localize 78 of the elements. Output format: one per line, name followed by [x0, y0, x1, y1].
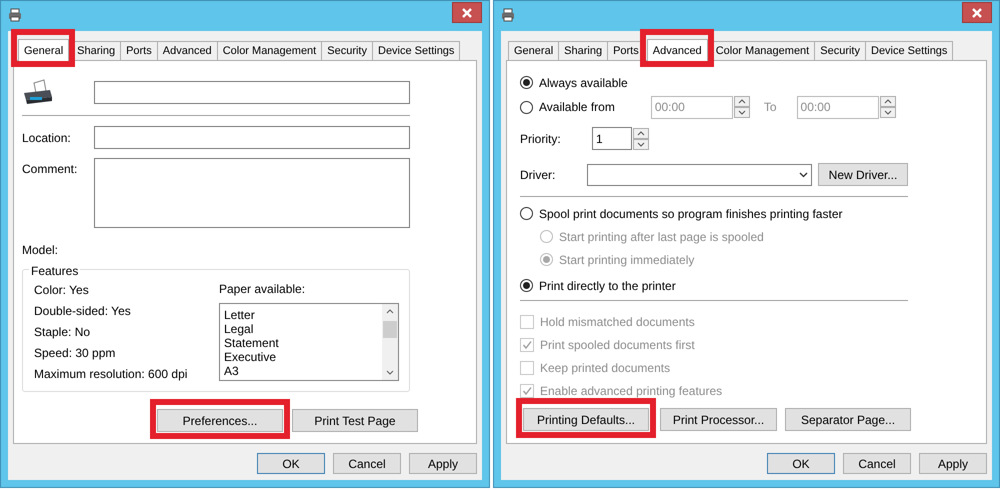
name-field[interactable] [94, 80, 410, 104]
paper-list[interactable]: Letter Legal Statement Executive A3 [219, 303, 399, 381]
action-button[interactable]: Print Test Page [292, 409, 418, 432]
chevron-up-icon [884, 98, 892, 105]
action-button[interactable]: New Driver... [818, 163, 908, 186]
spin-up-button[interactable] [734, 96, 750, 107]
spin-down-button[interactable] [880, 107, 896, 118]
option-label: Start printing after last page is spooled [559, 228, 764, 246]
time-field: 00:00 [650, 96, 733, 118]
chevron-down-icon [884, 109, 892, 116]
option-label[interactable]: Available from [539, 98, 615, 116]
printer-icon [501, 8, 515, 22]
spin-down-button[interactable] [633, 138, 649, 150]
field-label: Comment: [22, 161, 78, 178]
priority-field[interactable]: 1 [592, 127, 632, 150]
option-label: Keep printed documents [540, 360, 670, 376]
printer-icon [22, 79, 54, 105]
field-label: Location: [22, 130, 72, 146]
tab[interactable]: Device Settings [865, 41, 954, 60]
dialog-button[interactable]: Apply [409, 453, 477, 474]
option-label[interactable]: Always available [539, 74, 628, 92]
tab[interactable]: General [508, 41, 560, 60]
feature-text: Color: Yes [34, 282, 89, 299]
option-label: Enable advanced printing features [540, 382, 722, 400]
action-button[interactable]: Print Processor... [660, 408, 777, 431]
field-label: To [764, 99, 777, 116]
chevron-down-icon [637, 140, 645, 148]
feature-text: Speed: 30 ppm [34, 345, 116, 362]
feature-text: Maximum resolution: 600 dpi [34, 366, 188, 383]
field-label: Paper available: [219, 281, 306, 298]
chevron-down-icon [738, 109, 746, 116]
close-button[interactable] [452, 2, 482, 23]
comment-field[interactable] [94, 158, 410, 228]
dialog-button[interactable]: OK [767, 453, 835, 474]
option-label: Hold mismatched documents [540, 314, 695, 330]
dialog-button[interactable]: Apply [919, 453, 987, 474]
option-label: Start printing immediately [559, 252, 694, 268]
printer-icon [8, 8, 22, 22]
radio-button[interactable] [520, 76, 533, 89]
field-label: Priority: [520, 130, 562, 148]
spin-down-button[interactable] [734, 107, 750, 118]
checkmark-icon [522, 386, 532, 395]
action-button[interactable]: Preferences... [157, 409, 283, 432]
option-label[interactable]: Print directly to the printer [539, 276, 676, 294]
feature-text: Double-sided: Yes [34, 303, 131, 320]
spin-up-button[interactable] [633, 128, 649, 138]
option-label[interactable]: Spool print documents so program finishes printing faster [539, 204, 842, 222]
field-label: Driver: [520, 166, 556, 184]
radio-button[interactable] [520, 279, 533, 292]
driver-dropdown[interactable] [587, 164, 812, 186]
list-item[interactable]: Letter [220, 308, 382, 322]
radio-button[interactable] [520, 100, 533, 114]
checkmark-icon [522, 340, 532, 349]
spin-up-button[interactable] [880, 96, 896, 107]
list-item[interactable]: A3 [220, 364, 382, 378]
dialog-button[interactable]: Cancel [843, 453, 911, 474]
dialog-button[interactable]: OK [257, 453, 325, 474]
close-button[interactable] [962, 2, 992, 23]
close-icon [972, 8, 982, 18]
option-label: Print spooled documents first [540, 336, 695, 354]
tab[interactable]: Device Settings [372, 41, 460, 60]
location-field[interactable] [94, 126, 410, 149]
action-button[interactable]: Printing Defaults... [523, 408, 649, 431]
radio-button[interactable] [520, 207, 533, 220]
field-label: Model: [22, 242, 58, 259]
action-button[interactable]: Separator Page... [785, 408, 911, 431]
chevron-up-icon [637, 130, 645, 136]
feature-text: Staple: No [34, 324, 90, 341]
close-icon [462, 8, 472, 18]
tab[interactable]: Advanced [646, 39, 708, 61]
time-field: 00:00 [796, 96, 879, 118]
caret-icon [799, 172, 808, 178]
list-item[interactable]: Statement [220, 336, 382, 350]
chevron-up-icon [738, 98, 746, 105]
list-item[interactable]: Legal [220, 322, 382, 336]
list-item[interactable]: Executive [220, 350, 382, 364]
dialog-button[interactable]: Cancel [333, 453, 401, 474]
tab[interactable]: General [18, 39, 70, 61]
